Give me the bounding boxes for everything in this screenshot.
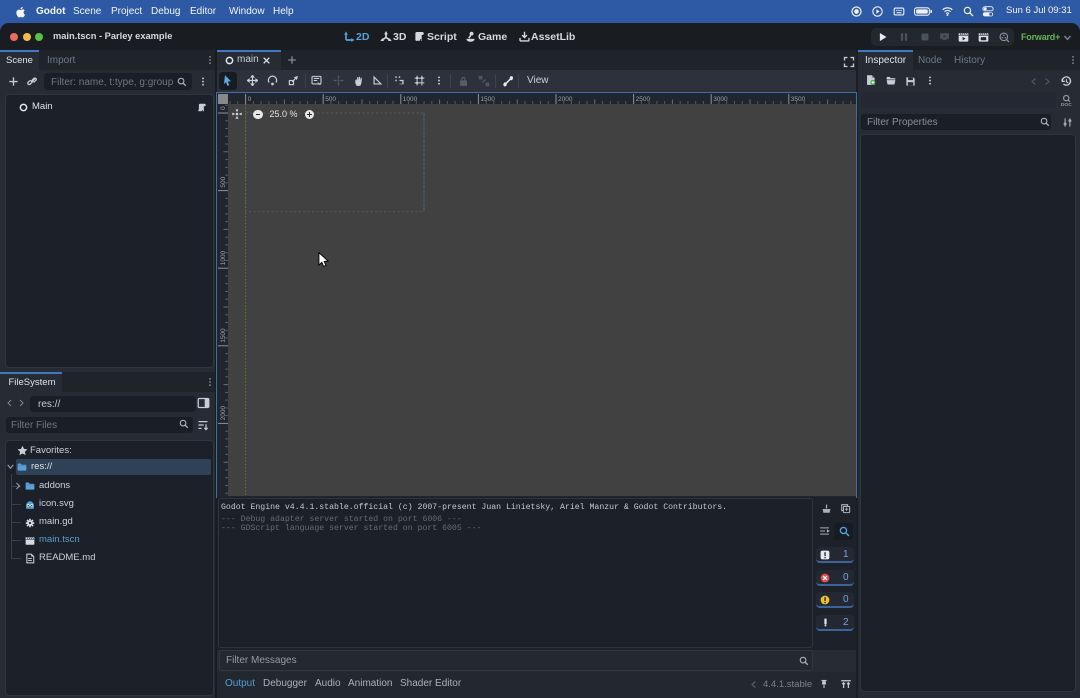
svg-text:DOC: DOC bbox=[1061, 102, 1072, 107]
svg-text:1000: 1000 bbox=[403, 96, 418, 103]
svg-text:1500: 1500 bbox=[480, 96, 495, 103]
svg-text:2500: 2500 bbox=[636, 96, 651, 103]
svg-text:1500: 1500 bbox=[220, 328, 227, 343]
svg-text:500: 500 bbox=[220, 176, 227, 187]
svg-text:0: 0 bbox=[248, 96, 252, 103]
svg-text:3000: 3000 bbox=[713, 96, 728, 103]
svg-text:0: 0 bbox=[220, 106, 227, 110]
svg-text:2000: 2000 bbox=[558, 96, 573, 103]
svg-text:3500: 3500 bbox=[791, 96, 806, 103]
svg-text:1000: 1000 bbox=[220, 250, 227, 265]
svg-text:2000: 2000 bbox=[220, 406, 227, 421]
svg-text:500: 500 bbox=[325, 96, 336, 103]
